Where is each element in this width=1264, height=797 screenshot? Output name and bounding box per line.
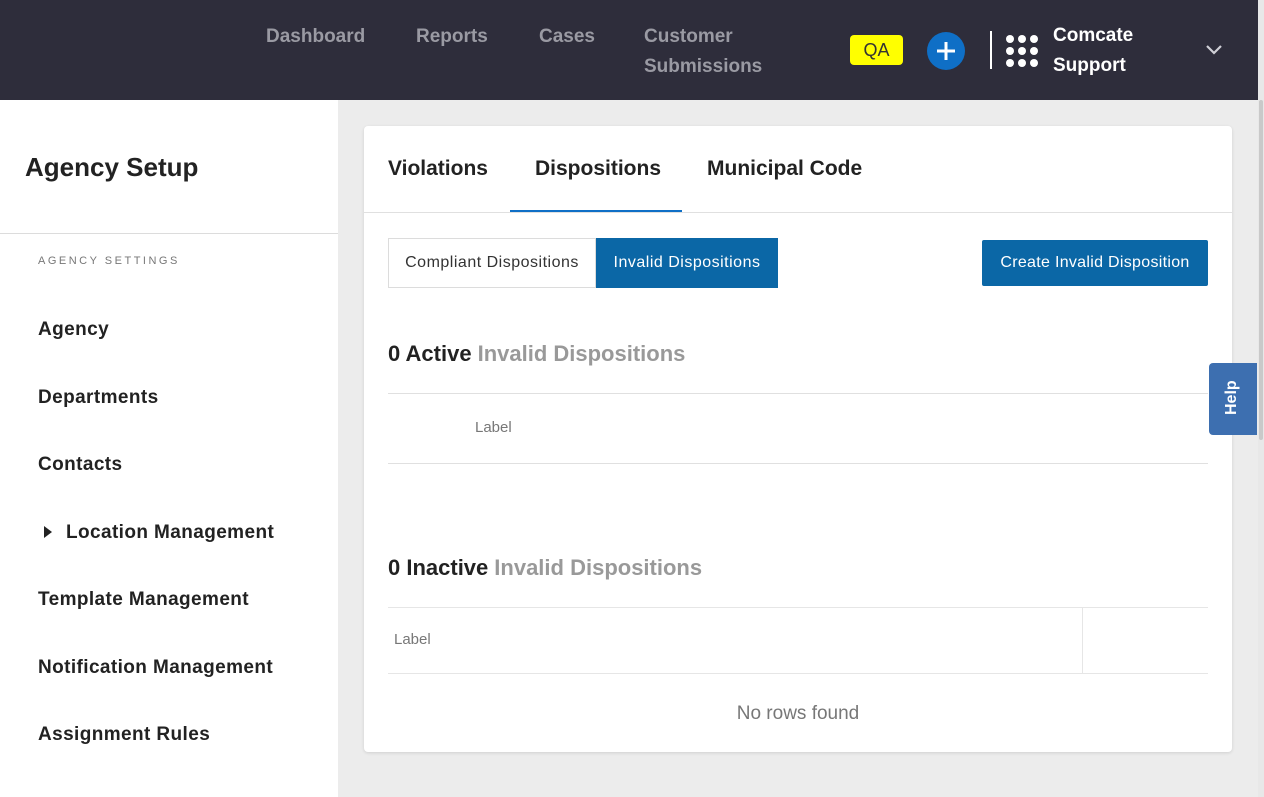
environment-badge: QA [850, 35, 903, 65]
active-table-column-header[interactable]: Label [475, 418, 512, 438]
inactive-table-column-header[interactable]: Label [394, 630, 431, 650]
inactive-section-label: Invalid Dispositions [494, 555, 703, 580]
nav-dashboard[interactable]: Dashboard [266, 22, 365, 52]
plus-icon [937, 42, 955, 60]
nav-cases[interactable]: Cases [539, 22, 595, 52]
sidebar-item-agency[interactable]: Agency [38, 317, 109, 343]
nav-customer-submissions[interactable]: Customer Submissions [644, 22, 764, 82]
tab-municipal-code[interactable]: Municipal Code [707, 154, 862, 184]
table-top-border [388, 607, 1208, 608]
create-invalid-disposition-button[interactable]: Create Invalid Disposition [982, 240, 1208, 286]
help-button[interactable]: Help [1209, 363, 1257, 435]
tab-dispositions[interactable]: Dispositions [535, 154, 661, 184]
table-column-divider [1082, 607, 1083, 673]
tabs-divider [364, 212, 1232, 213]
active-section-heading: 0 Active Invalid Dispositions [388, 339, 685, 369]
table-header-border [388, 673, 1208, 674]
sidebar-item-assignment-rules[interactable]: Assignment Rules [38, 722, 210, 748]
sidebar-divider [0, 233, 338, 234]
sidebar-section-heading: AGENCY SETTINGS [38, 255, 180, 267]
active-table-header-border [388, 463, 1208, 464]
chevron-down-icon[interactable] [1205, 44, 1223, 56]
tab-violations[interactable]: Violations [388, 154, 488, 184]
main-card: Violations Dispositions Municipal Code C… [364, 126, 1232, 752]
active-count: 0 Active [388, 341, 472, 366]
org-name[interactable]: Comcate Support [1053, 21, 1173, 81]
empty-table-message: No rows found [736, 703, 860, 724]
nav-reports[interactable]: Reports [416, 22, 488, 52]
top-nav-bar: Dashboard Reports Cases Customer Submiss… [0, 0, 1258, 100]
sidebar-item-notification-management[interactable]: Notification Management [38, 655, 273, 681]
active-tab-indicator [510, 210, 682, 212]
inactive-table: Label No rows found [388, 607, 1208, 752]
sidebar: Agency Setup AGENCY SETTINGS Agency Depa… [0, 100, 338, 797]
segment-invalid-dispositions[interactable]: Invalid Dispositions [596, 238, 778, 288]
nav-divider [990, 31, 992, 69]
add-button[interactable] [927, 32, 965, 70]
sidebar-item-contacts[interactable]: Contacts [38, 452, 123, 478]
active-section-label: Invalid Dispositions [477, 341, 686, 366]
active-table-top-border [388, 393, 1208, 394]
grid-icon[interactable] [1006, 35, 1038, 67]
help-label: Help [1223, 380, 1240, 415]
inactive-section-heading: 0 Inactive Invalid Dispositions [388, 553, 702, 583]
sidebar-title: Agency Setup [25, 152, 199, 182]
caret-right-icon [44, 526, 52, 539]
inactive-count: 0 Inactive [388, 555, 489, 580]
sidebar-item-template-management[interactable]: Template Management [38, 587, 249, 613]
sidebar-item-label: Location Management [66, 522, 275, 543]
sidebar-item-location-management[interactable]: Location Management [38, 520, 274, 546]
sidebar-item-departments[interactable]: Departments [38, 385, 159, 411]
scrollbar-thumb[interactable] [1259, 100, 1263, 440]
segment-compliant-dispositions[interactable]: Compliant Dispositions [388, 238, 596, 288]
